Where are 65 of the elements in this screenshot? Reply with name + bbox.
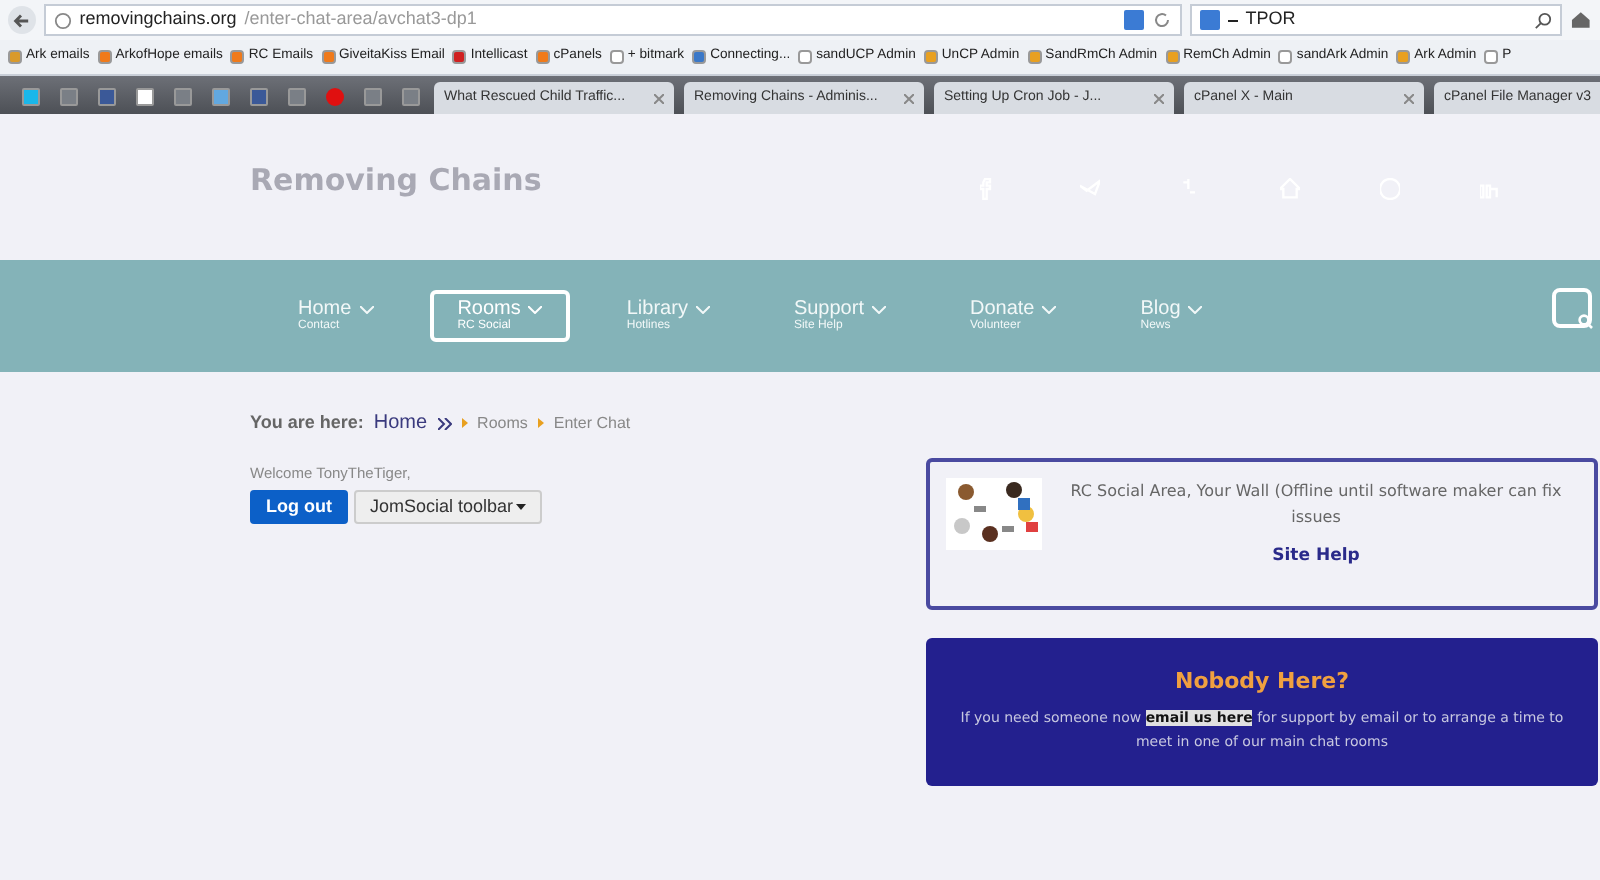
toolbar-dropdown[interactable]: JomSocial toolbar — [354, 490, 542, 525]
search-value: TPOR — [1245, 6, 1298, 33]
bookmark-icon — [1396, 50, 1411, 64]
chevron-down-icon — [359, 305, 374, 313]
tab-icon — [287, 87, 305, 105]
site-help-link[interactable]: Site Help — [1272, 544, 1360, 570]
people-with-laptops-drawing — [946, 478, 1042, 550]
tab-icon — [363, 87, 381, 105]
close-icon[interactable] — [1154, 93, 1164, 103]
bookmark-icon — [321, 50, 335, 64]
tab-icon — [249, 87, 267, 105]
search-icon — [1578, 314, 1594, 330]
bookmark-icon — [692, 50, 707, 64]
close-icon[interactable] — [654, 93, 664, 103]
bookmark-icon — [1278, 50, 1293, 64]
chevron-down-icon — [1188, 305, 1203, 313]
chevron-down-icon — [528, 305, 543, 313]
bookmark-icon — [535, 50, 550, 64]
search-engine-icon[interactable] — [1199, 10, 1220, 30]
close-icon[interactable] — [904, 93, 914, 103]
tab-icon — [21, 87, 39, 105]
breadcrumb-label: You are here: — [250, 409, 364, 436]
back-button[interactable] — [8, 6, 36, 34]
home-icon[interactable] — [1570, 10, 1592, 30]
bookmark-icon — [8, 50, 22, 64]
chevron-down-icon — [871, 305, 886, 313]
tab-icon — [59, 87, 77, 105]
chevron-down-icon — [1042, 305, 1057, 313]
globe-icon — [53, 11, 72, 29]
card-text: RC Social Area, Your Wall (Offline until software maker can fix issues — [1068, 480, 1564, 530]
bookmark-icon — [1484, 50, 1499, 64]
address-bar[interactable]: removingchains.org /enter-chat-area/avchat3-dp1 — [43, 4, 1182, 36]
bookmark-icon — [798, 50, 813, 64]
info-icon[interactable] — [1123, 10, 1144, 30]
tab-icon — [211, 87, 229, 105]
panel-title: Nobody Here? — [1174, 666, 1349, 698]
tab-icon — [135, 87, 153, 105]
bookmark-icon — [609, 50, 624, 64]
close-icon[interactable] — [1404, 93, 1414, 103]
bookmark-icon — [97, 50, 112, 64]
tab-icon — [97, 87, 115, 105]
double-chevron-icon — [437, 417, 452, 429]
bookmark-icon — [230, 50, 245, 64]
pinned-tab[interactable] — [130, 82, 158, 110]
dash-icon — [1227, 17, 1238, 23]
triangle-icon — [537, 418, 544, 428]
tab-icon — [173, 87, 191, 105]
bookmark-icon — [1027, 50, 1042, 64]
back-arrow-icon — [12, 11, 31, 29]
reload-icon[interactable] — [1151, 10, 1172, 30]
url-host: removingchains.org — [79, 6, 237, 33]
pinned-tab[interactable] — [16, 82, 44, 110]
logout-button[interactable]: Log out — [250, 490, 348, 525]
bookmark-icon — [1165, 50, 1180, 64]
triangle-icon — [461, 418, 468, 428]
search-field[interactable]: TPOR — [1189, 4, 1563, 36]
caret-icon — [515, 504, 526, 511]
search-icon[interactable] — [1534, 11, 1553, 29]
search-button[interactable] — [1552, 288, 1592, 328]
chevron-down-icon — [695, 305, 710, 313]
breadcrumb-link[interactable]: Home — [373, 408, 428, 438]
url-path: /enter-chat-area/avchat3-dp1 — [244, 6, 477, 33]
tab-icon — [401, 87, 419, 105]
bookmark-icon — [452, 50, 467, 64]
bookmark-icon — [923, 50, 938, 64]
